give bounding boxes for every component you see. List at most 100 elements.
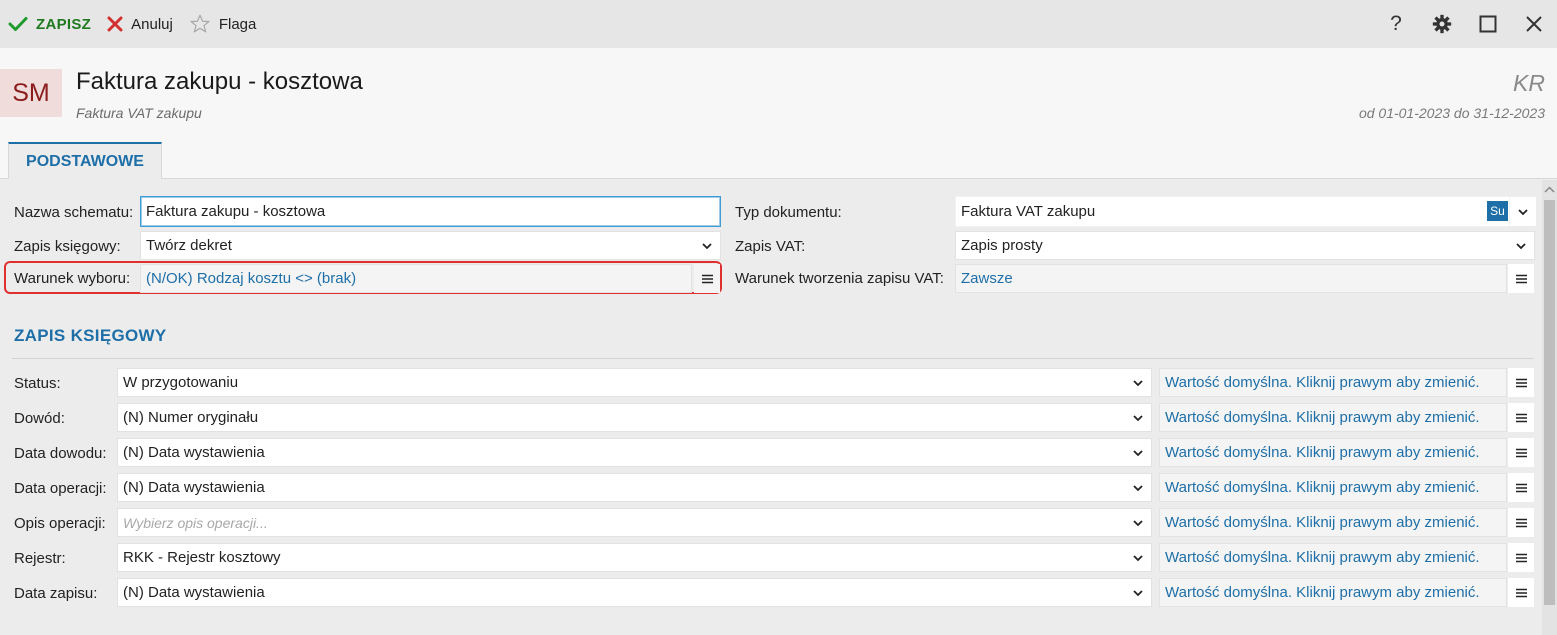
period-range: od 01-01-2023 do 31-12-2023 xyxy=(1358,105,1545,121)
vat-entry-label: Zapis VAT: xyxy=(735,238,806,255)
cancel-label: Anuluj xyxy=(131,15,173,33)
entry-row-label: Rejestr: xyxy=(14,550,66,567)
schema-name-input[interactable]: Faktura zakupu - kosztowa xyxy=(140,196,721,227)
vat-condition-label: Warunek tworzenia zapisu VAT: xyxy=(735,270,944,287)
entry-row-default-value[interactable]: Wartość domyślna. Kliknij prawym aby zmi… xyxy=(1159,578,1507,607)
entry-row-label: Opis operacji: xyxy=(14,515,106,532)
entry-row-value: (N) Numer oryginału xyxy=(123,409,259,426)
chevron-down-icon xyxy=(1133,380,1143,387)
selection-condition-menu-button[interactable] xyxy=(694,264,720,293)
chevron-down-icon xyxy=(1133,590,1143,597)
entry-row-menu-button[interactable] xyxy=(1508,438,1534,467)
entry-row-select[interactable]: (N) Data wystawienia xyxy=(117,578,1152,607)
section-divider xyxy=(12,358,1534,359)
entry-row-select[interactable]: (N) Data wystawienia xyxy=(117,438,1152,467)
entry-row-value: RKK - Rejestr kosztowy xyxy=(123,549,281,566)
hamburger-icon xyxy=(1515,553,1527,562)
entry-row-menu-button[interactable] xyxy=(1508,403,1534,432)
entry-row-placeholder: Wybierz opis operacji... xyxy=(123,514,268,531)
vat-condition-field[interactable]: Zawsze xyxy=(955,264,1507,293)
check-icon xyxy=(8,17,28,31)
document-type-dropdown-button[interactable] xyxy=(1510,197,1536,226)
hamburger-icon xyxy=(701,274,713,283)
close-button[interactable] xyxy=(1511,0,1557,48)
vertical-scrollbar[interactable] xyxy=(1542,180,1557,635)
hamburger-icon xyxy=(1515,588,1527,597)
default-value-link[interactable]: Wartość domyślna. Kliknij prawym aby zmi… xyxy=(1165,584,1480,601)
entry-row-menu-button[interactable] xyxy=(1508,368,1534,397)
page-title: Faktura zakupu - kosztowa xyxy=(76,68,363,95)
default-value-link[interactable]: Wartość domyślna. Kliknij prawym aby zmi… xyxy=(1165,444,1480,461)
scrollbar-thumb[interactable] xyxy=(1544,200,1555,605)
tab-bar: PODSTAWOWE xyxy=(0,142,1557,179)
entry-row-default-value[interactable]: Wartość domyślna. Kliknij prawym aby zmi… xyxy=(1159,368,1507,397)
scroll-up-icon[interactable] xyxy=(1543,184,1556,196)
tab-podstawowe[interactable]: PODSTAWOWE xyxy=(8,142,162,179)
entry-row-select[interactable]: W przygotowaniu xyxy=(117,368,1152,397)
entry-row-value: (N) Data wystawienia xyxy=(123,584,265,601)
help-button[interactable]: ? xyxy=(1373,0,1419,48)
schema-name-label: Nazwa schematu: xyxy=(14,204,134,221)
selection-condition-label: Warunek wyboru: xyxy=(14,270,131,287)
flag-button[interactable]: Flaga xyxy=(181,0,265,48)
chevron-down-icon xyxy=(1516,243,1526,250)
close-icon xyxy=(1526,16,1542,32)
schema-name-value: Faktura zakupu - kosztowa xyxy=(146,203,326,220)
page-subtitle: Faktura VAT zakupu xyxy=(76,105,202,121)
document-type-field[interactable]: Faktura VAT zakupu xyxy=(955,196,1510,227)
hamburger-icon xyxy=(1515,483,1527,492)
save-button[interactable]: ZAPISZ xyxy=(0,0,99,48)
document-type-value: Faktura VAT zakupu xyxy=(961,203,1096,220)
chevron-down-icon xyxy=(1518,208,1528,215)
maximize-button[interactable] xyxy=(1465,0,1511,48)
flag-label: Flaga xyxy=(218,15,257,33)
hamburger-icon xyxy=(1515,518,1527,527)
entry-row-select[interactable]: (N) Data wystawienia xyxy=(117,473,1152,502)
entry-row-select[interactable]: RKK - Rejestr kosztowy xyxy=(117,543,1152,572)
vat-condition-value[interactable]: Zawsze xyxy=(961,270,1013,287)
entry-row-default-value[interactable]: Wartość domyślna. Kliknij prawym aby zmi… xyxy=(1159,473,1507,502)
entry-mode-select[interactable]: Twórz dekret xyxy=(140,231,721,260)
default-value-link[interactable]: Wartość domyślna. Kliknij prawym aby zmi… xyxy=(1165,549,1480,566)
settings-button[interactable] xyxy=(1419,0,1465,48)
selection-condition-value[interactable]: (N/OK) Rodzaj kosztu <> (brak) xyxy=(146,270,356,287)
entry-row-label: Data dowodu: xyxy=(14,445,107,462)
entry-row-default-value[interactable]: Wartość domyślna. Kliknij prawym aby zmi… xyxy=(1159,438,1507,467)
vat-entry-value: Zapis prosty xyxy=(961,237,1043,254)
entry-row-menu-button[interactable] xyxy=(1508,543,1534,572)
default-value-link[interactable]: Wartość domyślna. Kliknij prawym aby zmi… xyxy=(1165,374,1480,391)
default-value-link[interactable]: Wartość domyślna. Kliknij prawym aby zmi… xyxy=(1165,409,1480,426)
entry-row-menu-button[interactable] xyxy=(1508,578,1534,607)
chevron-down-icon xyxy=(1133,520,1143,527)
selection-condition-field[interactable]: (N/OK) Rodzaj kosztu <> (brak) xyxy=(140,264,692,293)
entry-row-label: Status: xyxy=(14,375,61,392)
entry-row-select[interactable]: Wybierz opis operacji... xyxy=(117,508,1152,537)
entry-row-label: Data operacji: xyxy=(14,480,107,497)
entry-row-menu-button[interactable] xyxy=(1508,508,1534,537)
entry-row-menu-button[interactable] xyxy=(1508,473,1534,502)
x-icon xyxy=(107,16,123,32)
default-value-link[interactable]: Wartość domyślna. Kliknij prawym aby zmi… xyxy=(1165,514,1480,531)
entry-row-default-value[interactable]: Wartość domyślna. Kliknij prawym aby zmi… xyxy=(1159,508,1507,537)
entry-row-value: (N) Data wystawienia xyxy=(123,444,265,461)
toolbar: ZAPISZ Anuluj Flaga ? xyxy=(0,0,1557,48)
document-header: SM Faktura zakupu - kosztowa Faktura VAT… xyxy=(0,48,1557,142)
chevron-down-icon xyxy=(1133,450,1143,457)
cancel-button[interactable]: Anuluj xyxy=(99,0,181,48)
hamburger-icon xyxy=(1515,413,1527,422)
chevron-down-icon xyxy=(1133,485,1143,492)
entry-row-value: W przygotowaniu xyxy=(123,374,239,391)
vat-condition-menu-button[interactable] xyxy=(1508,264,1534,293)
hamburger-icon xyxy=(1515,448,1527,457)
vat-entry-select[interactable]: Zapis prosty xyxy=(955,231,1535,260)
default-value-link[interactable]: Wartość domyślna. Kliknij prawym aby zmi… xyxy=(1165,479,1480,496)
entry-row-label: Data zapisu: xyxy=(14,585,98,602)
entry-row-default-value[interactable]: Wartość domyślna. Kliknij prawym aby zmi… xyxy=(1159,403,1507,432)
su-badge[interactable]: Su xyxy=(1487,201,1508,221)
company-code: KR xyxy=(1513,70,1545,96)
entry-row-select[interactable]: (N) Numer oryginału xyxy=(117,403,1152,432)
entry-mode-label: Zapis księgowy: xyxy=(14,238,121,255)
save-label: ZAPISZ xyxy=(36,15,92,33)
entry-row-default-value[interactable]: Wartość domyślna. Kliknij prawym aby zmi… xyxy=(1159,543,1507,572)
chevron-down-icon xyxy=(702,243,712,250)
